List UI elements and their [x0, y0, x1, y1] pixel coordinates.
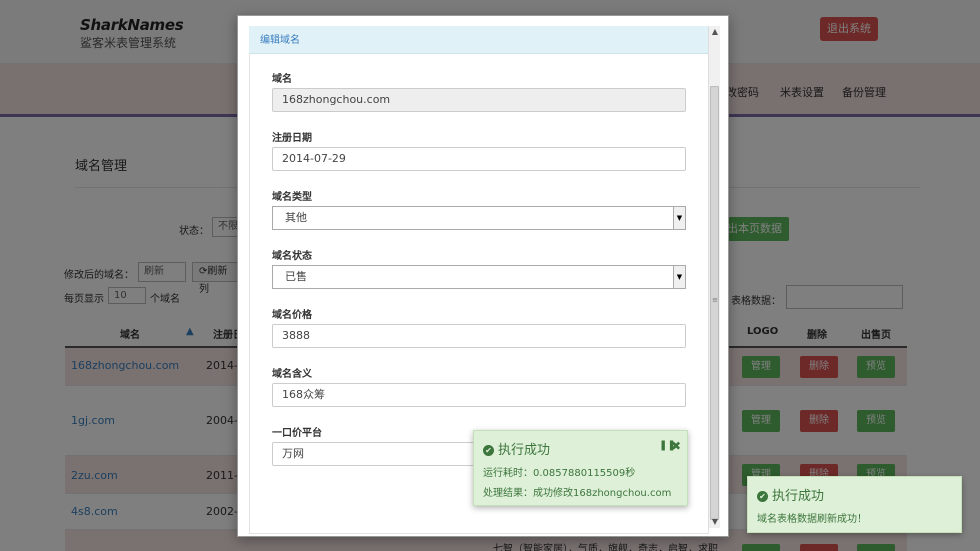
check-circle-icon: ✔ [483, 445, 494, 456]
scrollbar-thumb[interactable]: ≡ [710, 86, 719, 520]
close-icon[interactable]: ✖ [671, 439, 681, 453]
domain-status-select[interactable]: 已售 ▼ [272, 265, 686, 289]
toast-title-text: 执行成功 [772, 489, 825, 504]
check-circle-icon: ✔ [757, 491, 768, 502]
modal-title: 编辑域名 [260, 35, 300, 46]
toast-title: ✔ 执行成功 [757, 485, 824, 504]
price-input[interactable]: 3888 [272, 324, 686, 348]
toast-title: ✔ 执行成功 [483, 439, 550, 458]
toast-title-text: 执行成功 [498, 443, 551, 458]
domain-type-value: 其他 [285, 211, 307, 224]
chevron-down-icon[interactable]: ▼ [673, 266, 685, 288]
domain-input[interactable]: 168zhongchou.com [272, 88, 686, 112]
toast-elapsed-time: 运行耗时：0.0857880115509秒 [483, 468, 636, 479]
toast-message: 域名表格数据刷新成功！ [757, 514, 867, 525]
modal-header: 编辑域名 [249, 26, 709, 54]
refresh-success-toast: ✔ 执行成功 域名表格数据刷新成功！ [747, 476, 962, 533]
platform-label: 一口价平台 [272, 428, 322, 439]
domain-status-value: 已售 [285, 270, 307, 283]
domain-type-select[interactable]: 其他 ▼ [272, 206, 686, 230]
modal-scrollbar[interactable]: ▲ ≡ ▼ [708, 26, 720, 528]
scroll-down-icon[interactable]: ▼ [709, 516, 721, 528]
toast-result: 处理结果：成功修改168zhongchou.com [483, 488, 672, 499]
meaning-label: 域名含义 [272, 369, 312, 380]
domain-label: 域名 [272, 74, 292, 85]
exec-success-toast: ✔ 执行成功 ❚❚ ✖ 运行耗时：0.0857880115509秒 处理结果：成功… [473, 430, 688, 506]
price-label: 域名价格 [272, 310, 312, 321]
meaning-input[interactable]: 168众筹 [272, 383, 686, 407]
domain-status-label: 域名状态 [272, 251, 312, 262]
reg-date-label: 注册日期 [272, 133, 312, 144]
chevron-down-icon[interactable]: ▼ [673, 207, 685, 229]
scroll-up-icon[interactable]: ▲ [709, 26, 721, 38]
grip-icon: ≡ [712, 296, 718, 304]
domain-type-label: 域名类型 [272, 192, 312, 203]
reg-date-input[interactable]: 2014-07-29 [272, 147, 686, 171]
